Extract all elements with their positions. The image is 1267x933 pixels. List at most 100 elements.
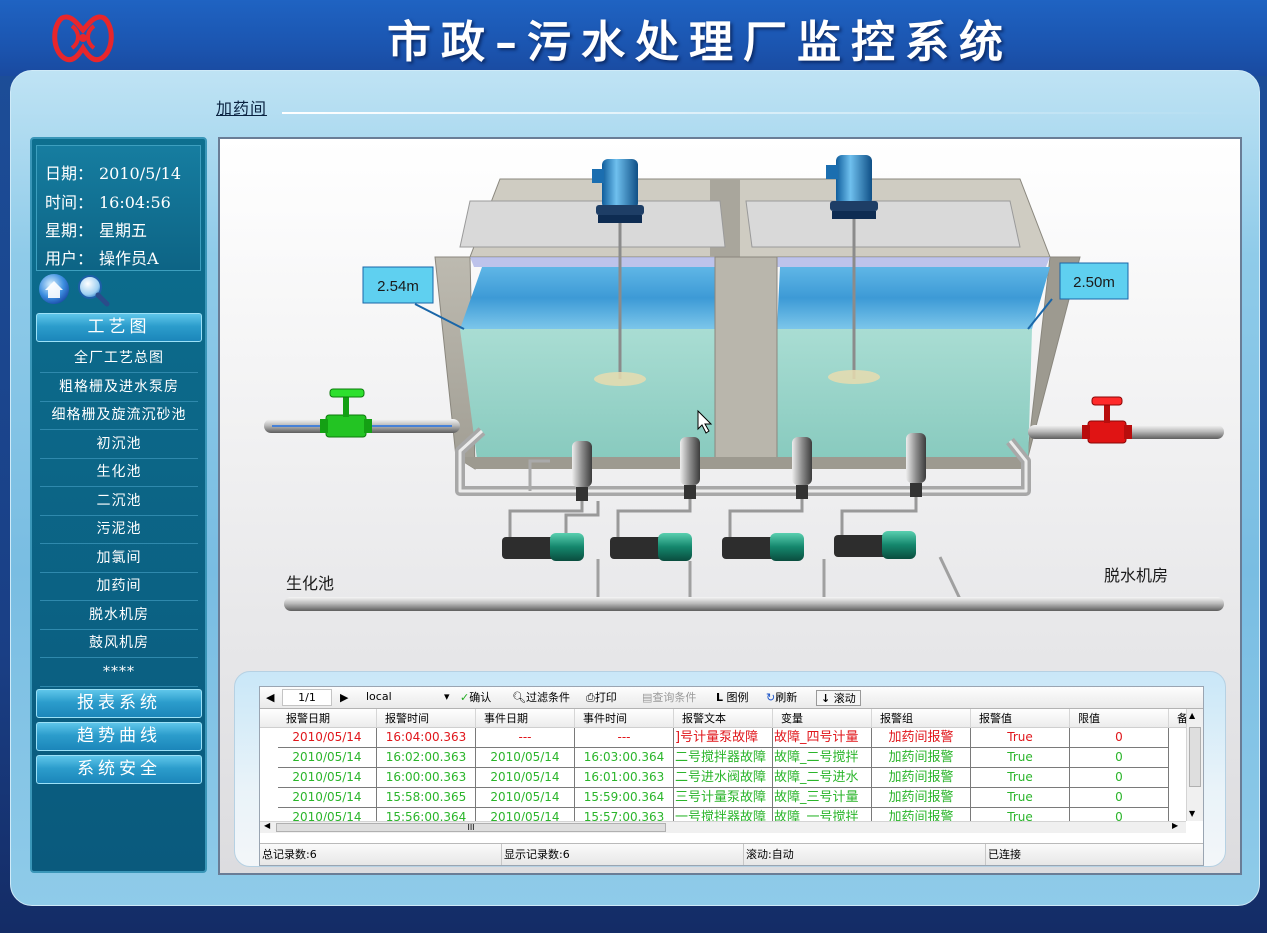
col-alarm-text[interactable]: 报警文本 (674, 709, 773, 728)
sidebar-item-dewatering[interactable]: 脱水机房 (40, 602, 198, 630)
server-select[interactable]: local ▾ (364, 689, 456, 706)
weekday-value: 星期五 (99, 221, 148, 240)
scroll-up-icon[interactable]: ▲ (1189, 711, 1195, 720)
alarm-window: ◀ 1/1 ▶ local ▾ ✓确认 🔍︎过滤条件 ⎙打印 ▤查询条件 L 图… (259, 686, 1204, 866)
table-row[interactable]: 2010/05/14 16:04:00.363 --- ---]号计量泵故障 故障_四号… (260, 728, 1190, 748)
outlet-valve[interactable] (1082, 396, 1132, 444)
table-row[interactable]: 2010/05/14 16:02:00.363 2010/05/14 16:03:00… (260, 748, 1190, 768)
scroll-button[interactable]: ↓ 滚动 (816, 690, 861, 706)
event-date-cell: 2010/05/14 (476, 748, 575, 768)
alarm-time-cell: 15:58:00.365 (377, 788, 476, 808)
sidebar-item-primary-settling[interactable]: 初沉池 (40, 431, 198, 459)
alarm-date-cell: 2010/05/14 (278, 788, 377, 808)
refresh-label: 刷新 (775, 691, 798, 704)
alarm-text-cell: 二号搅拌器故障 (674, 748, 773, 768)
event-date-cell: 2010/05/14 (476, 768, 575, 788)
info-panel: 日期： 2010/5/14 时间： 16:04:56 星期： 星期五 用户： 操作员A (36, 145, 201, 271)
sidebar-item-sludge-tank[interactable]: 污泥池 (40, 516, 198, 544)
refresh-button[interactable]: ↻刷新 (766, 690, 797, 706)
alarm-statusbar: 总记录数:6 显示记录数:6 滚动:自动 已连接 (260, 843, 1203, 865)
scroll-down-icon[interactable]: ▼ (1189, 809, 1195, 818)
confirm-button[interactable]: ✓确认 (460, 690, 491, 706)
alarm-time-cell: 16:04:00.363 (377, 728, 476, 748)
content-panel: 2.54m 2.50m 生化池 脱水机房 ◀ 1/1 ▶ local ▾ ✓确认… (218, 137, 1242, 875)
header-bar: 市政–污水处理厂监控系统 (0, 0, 1267, 76)
filter-button[interactable]: 🔍︎过滤条件 (512, 690, 570, 706)
time-label: 时间： (45, 193, 94, 212)
breadcrumb[interactable]: 加药间 (216, 95, 267, 119)
legend-button[interactable]: L 图例 (716, 690, 749, 706)
limit-cell: 0 (1070, 788, 1169, 808)
filter-label: 过滤条件 (525, 691, 570, 704)
sidebar-item-plant-overview[interactable]: 全厂工艺总图 (40, 345, 198, 373)
col-alarm-group[interactable]: 报警组 (872, 709, 971, 728)
col-alarm-value[interactable]: 报警值 (971, 709, 1070, 728)
magnifier-icon[interactable] (76, 273, 110, 307)
date-value: 2010/5/14 (99, 164, 182, 183)
query-button[interactable]: ▤查询条件 (642, 690, 696, 706)
scroll-label: 滚动 (833, 692, 856, 705)
alarm-table-header: 报警日期 报警时间 事件日期 事件时间 报警文本 变量 报警组 报警值 限值 备 (260, 709, 1203, 728)
alarm-container: ◀ 1/1 ▶ local ▾ ✓确认 🔍︎过滤条件 ⎙打印 ▤查询条件 L 图… (234, 671, 1226, 867)
section-reports-button[interactable]: 报表系统 (36, 689, 202, 718)
alarm-table: 报警日期 报警时间 事件日期 事件时间 报警文本 变量 报警组 报警值 限值 备… (260, 709, 1203, 831)
alarm-group-cell: 加药间报警 (872, 768, 971, 788)
next-page-icon[interactable]: ▶ (340, 690, 348, 706)
breadcrumb-divider (282, 112, 1242, 114)
alarm-text-cell: ]号计量泵故障 (674, 728, 773, 748)
event-time-cell: --- (575, 728, 674, 748)
table-row[interactable]: 2010/05/14 16:00:00.363 2010/05/14 16:01:00… (260, 768, 1190, 788)
refresh-icon: ↻ (766, 691, 776, 704)
col-limit[interactable]: 限值 (1070, 709, 1169, 728)
sidebar-item-fine-screen[interactable]: 细格栅及旋流沉砂池 (40, 402, 198, 430)
legend-label: 图例 (726, 691, 749, 704)
section-security-button[interactable]: 系统安全 (36, 755, 202, 784)
sidebar-item-dosing[interactable]: 加药间 (40, 573, 198, 601)
section-trends-button[interactable]: 趋势曲线 (36, 722, 202, 751)
event-time-cell: 16:01:00.363 (575, 768, 674, 788)
alarm-group-cell: 加药间报警 (872, 748, 971, 768)
alarm-toolbar: ◀ 1/1 ▶ local ▾ ✓确认 🔍︎过滤条件 ⎙打印 ▤查询条件 L 图… (260, 687, 1203, 709)
logo-icon (52, 14, 114, 63)
user-value: 操作员A (99, 249, 159, 268)
user-label: 用户： (45, 249, 94, 268)
prev-page-icon[interactable]: ◀ (266, 690, 274, 706)
alarm-time-cell: 16:00:00.363 (377, 768, 476, 788)
event-time-cell: 16:03:00.364 (575, 748, 674, 768)
section-process-button[interactable]: 工艺图 (36, 313, 202, 342)
label-biochemical: 生化池 (286, 574, 334, 593)
home-icon[interactable] (38, 273, 70, 305)
scroll-right-icon[interactable]: ▶ (1172, 821, 1178, 830)
page-indicator[interactable]: 1/1 (282, 689, 332, 706)
sidebar-item-biochemical[interactable]: 生化池 (40, 459, 198, 487)
table-row[interactable]: 2010/05/14 15:58:00.365 2010/05/14 15:59:00… (260, 788, 1190, 808)
query-label: 查询条件 (652, 691, 697, 704)
horizontal-scroll-thumb[interactable]: III (276, 823, 666, 832)
inlet-valve[interactable] (320, 388, 372, 438)
process-diagram: 2.54m 2.50m 生化池 脱水机房 (264, 155, 1224, 611)
col-alarm-time[interactable]: 报警时间 (377, 709, 476, 728)
vertical-scroll-thumb[interactable] (1189, 727, 1201, 787)
time-value: 16:04:56 (99, 193, 171, 212)
print-label: 打印 (594, 691, 617, 704)
vertical-scrollbar[interactable]: ▲ ▼ (1186, 709, 1203, 821)
col-alarm-date[interactable]: 报警日期 (278, 709, 377, 728)
print-button[interactable]: ⎙打印 (586, 690, 617, 706)
sidebar-item-coarse-screen[interactable]: 粗格栅及进水泵房 (40, 374, 198, 402)
col-event-time[interactable]: 事件时间 (575, 709, 674, 728)
sidebar-item-secondary-settling[interactable]: 二沉池 (40, 488, 198, 516)
alarm-text-cell: 三号计量泵故障 (674, 788, 773, 808)
col-variable[interactable]: 变量 (773, 709, 872, 728)
col-event-date[interactable]: 事件日期 (476, 709, 575, 728)
sidebar-item-chlorination[interactable]: 加氯间 (40, 545, 198, 573)
query-icon: ▤ (642, 691, 653, 704)
legend-icon: L (716, 691, 724, 704)
variable-cell: 故障_二号进水 (773, 768, 872, 788)
sidebar-item-blower[interactable]: 鼓风机房 (40, 630, 198, 658)
limit-cell: 0 (1070, 748, 1169, 768)
scroll-left-icon[interactable]: ◀ (264, 821, 270, 830)
horizontal-scrollbar[interactable]: ◀ III ▶ (260, 821, 1186, 833)
sidebar-item-other[interactable]: **** (40, 659, 198, 687)
alarm-value-cell: True (971, 728, 1070, 748)
confirm-label: 确认 (469, 691, 492, 704)
